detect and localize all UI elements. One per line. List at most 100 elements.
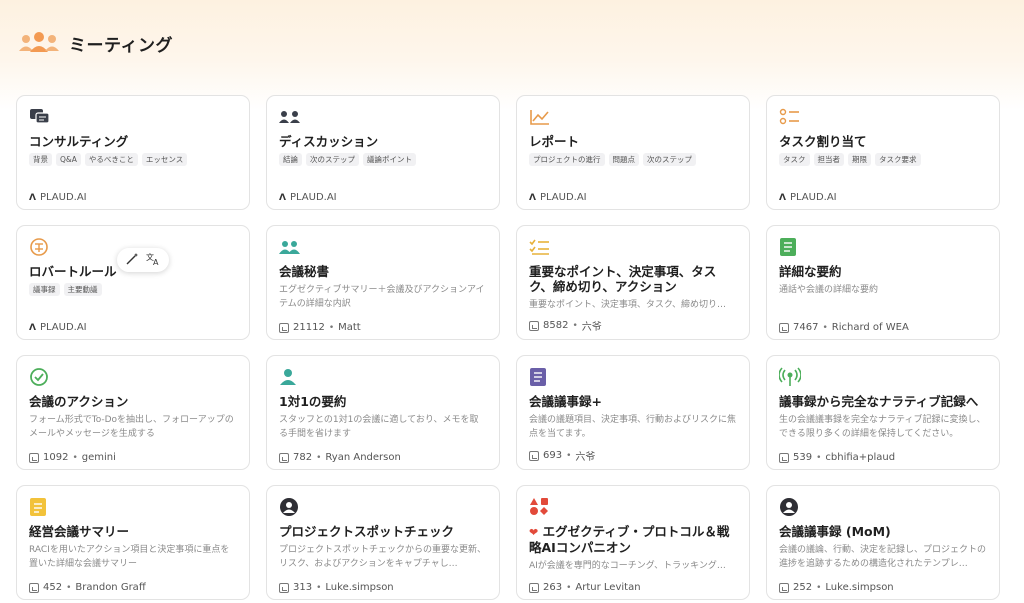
- author-name: 六爷: [581, 322, 602, 333]
- template-card-detailed-summary[interactable]: 詳細な要約 通話や会議の詳細な要約 7467 • Richard of WEA: [766, 225, 1000, 340]
- template-card-robert-rules[interactable]: ロバートルール 議事録 主要動議 Λ PLAUD.AI: [16, 225, 250, 340]
- card-footer: Λ PLAUD.AI: [279, 192, 337, 203]
- translate-icon[interactable]: 文A: [146, 252, 162, 269]
- card-description: 会議の議題項目、決定事項、行動およびリスクに焦点を当てます。: [529, 415, 737, 439]
- plaud-logo-icon: Λ: [29, 192, 36, 203]
- usage-count: 693: [543, 450, 563, 461]
- card-title: プロジェクトスポットチェック: [279, 524, 455, 539]
- card-description: エグゼクティブサマリー＋会議及びアクションアイテムの詳細な内訳: [279, 285, 485, 309]
- card-footer: 252 • Luke.simpson: [779, 582, 894, 593]
- document-icon: [779, 236, 801, 258]
- card-title: 会議議事録 (MoM): [779, 524, 891, 539]
- card-footer: Λ PLAUD.AI: [529, 192, 587, 203]
- tag: 次のステップ: [643, 153, 696, 166]
- card-title: 会議秘書: [279, 264, 330, 279]
- tag: 次のステップ: [306, 153, 359, 166]
- template-card-report[interactable]: レポート プロジェクトの進行 問題点 次のステップ Λ PLAUD.AI: [516, 95, 750, 210]
- card-title: タスク割り当て: [779, 134, 867, 149]
- card-description: 生の会議議事録を完全なナラティブ記録に変換し、できる限り多くの詳細を保持してくだ…: [779, 415, 986, 439]
- card-title: 詳細な要約: [779, 264, 842, 279]
- separator-dot: •: [566, 582, 572, 593]
- plaud-logo-icon: Λ: [529, 192, 536, 203]
- line-chart-icon: [529, 106, 551, 128]
- usage-icon: [529, 320, 539, 331]
- card-title: ❤ エグゼクティブ・プロトコル＆戦略AIコンパニオン: [529, 524, 737, 555]
- template-card-one-on-one[interactable]: 1対1の要約 スタッフとの1対1の会議に適しており、メモを取る手間を省けます 7…: [266, 355, 500, 470]
- author-name: gemini: [81, 452, 116, 463]
- separator-dot: •: [816, 452, 822, 463]
- usage-icon: [779, 582, 789, 593]
- usage-icon: [529, 450, 539, 461]
- template-card-task-assignment[interactable]: タスク割り当て タスク 担当者 期限 タスク要求 Λ PLAUD.AI: [766, 95, 1000, 210]
- page-title: ミーティング: [69, 35, 173, 56]
- card-title: 重要なポイント、決定事項、タスク、締め切り、アクション: [529, 264, 717, 294]
- template-card-executive-protocol[interactable]: ❤ エグゼクティブ・プロトコル＆戦略AIコンパニオン AIが会議を専門的なコーチ…: [516, 485, 750, 600]
- card-description: 通話や会議の詳細な要約: [779, 285, 879, 295]
- card-description: AIが会議を専門的なコーチング、トラッキング…: [529, 561, 726, 571]
- separator-dot: •: [316, 452, 322, 463]
- card-footer: 313 • Luke.simpson: [279, 582, 394, 593]
- tag-list: 背景 Q&A やるべきこと エッセンス: [29, 153, 237, 166]
- card-footer: 452 • Brandon Graff: [29, 582, 146, 593]
- template-card-meeting-secretary[interactable]: 会議秘書 エグゼクティブサマリー＋会議及びアクションアイテムの詳細な内訳 211…: [266, 225, 500, 340]
- notes-icon: [529, 366, 551, 388]
- page-header: ミーティング: [17, 28, 173, 58]
- tag: 主要動議: [63, 283, 102, 296]
- card-footer: Λ PLAUD.AI: [29, 192, 87, 203]
- card-footer: 539 • cbhifia+plaud: [779, 452, 895, 463]
- template-card-consulting[interactable]: コンサルティング 背景 Q&A やるべきこと エッセンス Λ PLAUD.AI: [16, 95, 250, 210]
- tag-list: 結論 次のステップ 議論ポイント: [279, 153, 487, 166]
- heart-icon: ❤: [529, 526, 539, 539]
- tag: Q&A: [56, 153, 81, 166]
- template-card-narrative-record[interactable]: 議事録から完全なナラティブ記録へ 生の会議議事録を完全なナラティブ記録に変換し、…: [766, 355, 1000, 470]
- author-name: Ryan Anderson: [325, 452, 401, 463]
- author-name: Matt: [338, 322, 361, 333]
- gavel-badge-icon: [29, 236, 51, 258]
- separator-dot: •: [328, 322, 335, 333]
- magic-wand-icon[interactable]: [125, 252, 139, 269]
- template-card-key-points[interactable]: 重要なポイント、決定事項、タスク、締め切り、アクション 重要なポイント、決定事項…: [516, 225, 750, 340]
- separator-dot: •: [316, 582, 322, 593]
- template-card-project-spot-check[interactable]: プロジェクトスポットチェック プロジェクトスポットチェックからの重要な更新、リス…: [266, 485, 500, 600]
- floating-toolbar: 文A: [117, 248, 169, 272]
- template-card-meeting-actions[interactable]: 会議のアクション フォーム形式でTo-Doを抽出し、フォローアップのメールやメッ…: [16, 355, 250, 470]
- author-name: Richard of WEA: [831, 322, 909, 333]
- usage-count: 7467: [793, 322, 819, 333]
- card-title: コンサルティング: [29, 134, 129, 149]
- usage-icon: [779, 322, 789, 333]
- card-footer: Λ PLAUD.AI: [779, 192, 837, 203]
- card-description: フォーム形式でTo-Doを抽出し、フォローアップのメールやメッセージを生成する: [29, 415, 234, 439]
- author-name: Luke.simpson: [825, 582, 894, 593]
- plaud-logo-icon: Λ: [779, 192, 786, 203]
- usage-icon: [779, 452, 789, 463]
- template-grid: コンサルティング 背景 Q&A やるべきこと エッセンス Λ PLAUD.AI …: [16, 95, 1000, 600]
- separator-dot: •: [566, 450, 572, 461]
- avatar-icon: [779, 496, 801, 518]
- usage-count: 263: [543, 582, 563, 593]
- two-people-icon: [279, 106, 301, 128]
- person-icon: [279, 366, 301, 388]
- tag: やるべきこと: [84, 153, 138, 166]
- card-title-text: エグゼクティブ・プロトコル＆戦略AIコンパニオン: [529, 524, 730, 555]
- sticky-note-icon: [29, 496, 51, 518]
- card-footer: 8582 • 六爷: [529, 318, 602, 333]
- usage-icon: [279, 582, 289, 593]
- template-card-minutes-mom[interactable]: 会議議事録 (MoM) 会議の議論、行動、決定を記録し、プロジェクトの進捗を追跡…: [766, 485, 1000, 600]
- source-label: PLAUD.AI: [539, 192, 587, 203]
- team-icon: [279, 236, 301, 258]
- chat-bubbles-icon: [29, 106, 51, 128]
- tag: タスク要求: [875, 153, 921, 166]
- template-card-discussion[interactable]: ディスカッション 結論 次のステップ 議論ポイント Λ PLAUD.AI: [266, 95, 500, 210]
- usage-count: 252: [793, 582, 813, 593]
- tag: 結論: [279, 153, 302, 166]
- card-title: 会議のアクション: [29, 394, 129, 409]
- card-description: プロジェクトスポットチェックからの重要な更新、リスク、およびアクションをキャプチ…: [279, 545, 487, 569]
- card-description: RACIを用いたアクション項目と決定事項に重点を置いた詳細な会議サマリー: [29, 545, 230, 569]
- source-label: PLAUD.AI: [289, 192, 337, 203]
- template-card-executive-summary[interactable]: 経営会議サマリー RACIを用いたアクション項目と決定事項に重点を置いた詳細な会…: [16, 485, 250, 600]
- separator-dot: •: [66, 582, 72, 593]
- template-card-minutes-plus[interactable]: 会議議事録+ 会議の議題項目、決定事項、行動およびリスクに焦点を当てます。 69…: [516, 355, 750, 470]
- people-group-icon: [17, 31, 61, 55]
- card-footer: 7467 • Richard of WEA: [779, 322, 909, 333]
- tag: 問題点: [608, 153, 639, 166]
